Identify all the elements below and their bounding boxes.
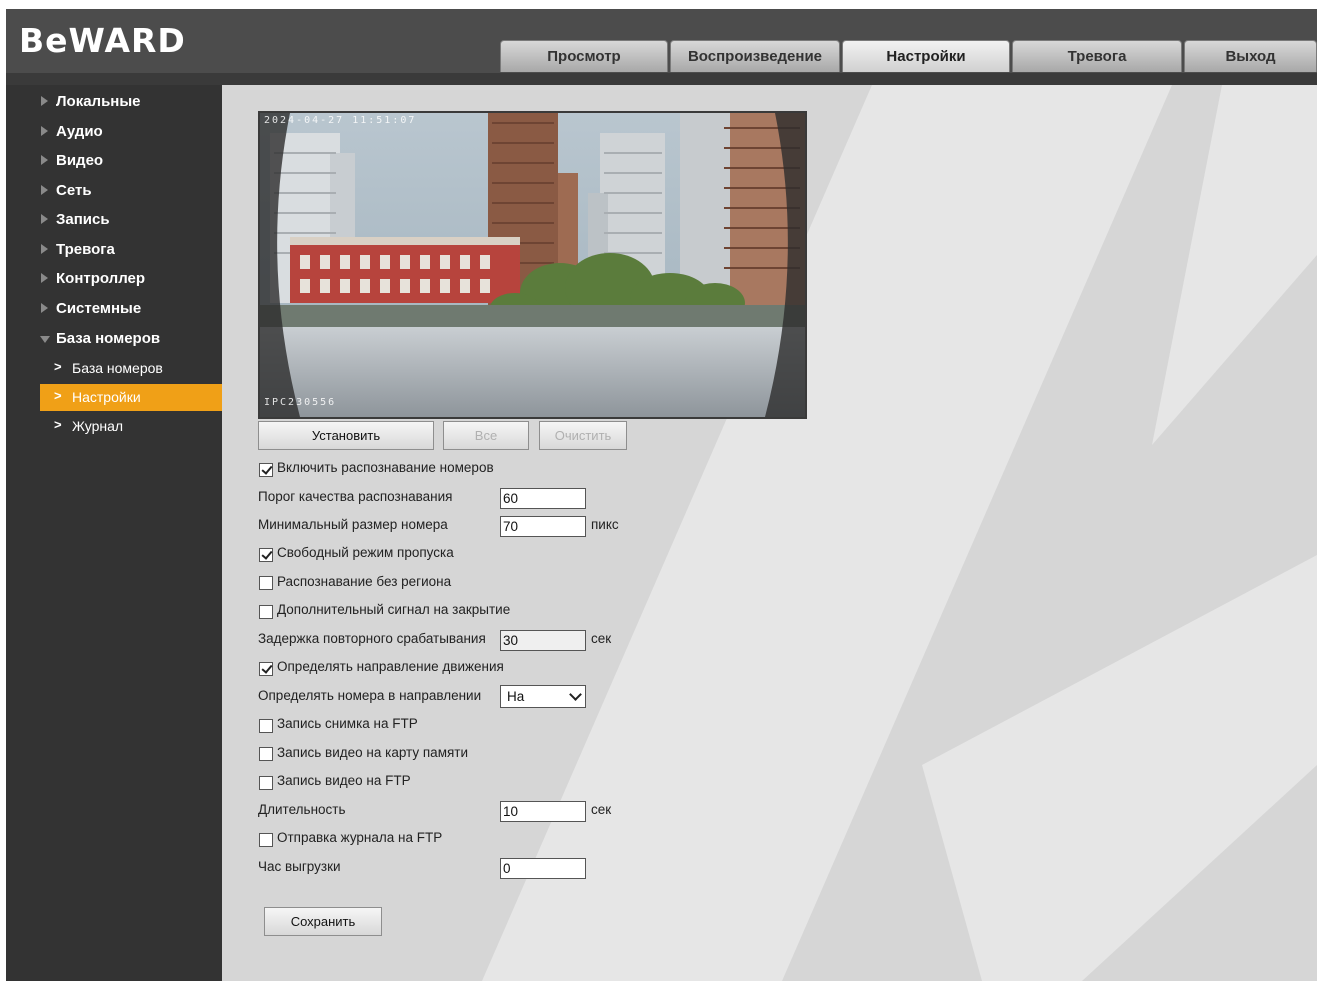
osd-timestamp: 2024-04-27 11:51:07 xyxy=(264,115,417,126)
subitem-label: Журнал xyxy=(72,418,124,434)
video-preview[interactable]: 2024-04-27 11:51:07 IPC230556 xyxy=(258,111,807,419)
sidebar-item-label: Запись xyxy=(56,211,110,228)
sidebar-item-audio[interactable]: Аудио xyxy=(6,119,222,147)
retrigger-delay-unit: сек xyxy=(591,631,612,646)
sidebar: Локальные Аудио Видео Сеть Запись Тревог… xyxy=(6,85,222,981)
sidebar-item-label: Тревога xyxy=(56,241,115,258)
chevron-down-icon xyxy=(569,688,582,701)
sidebar-item-plate-db[interactable]: База номеров xyxy=(6,326,222,354)
sidebar-item-video[interactable]: Видео xyxy=(6,148,222,176)
tab-view[interactable]: Просмотр xyxy=(500,40,668,72)
expand-arrow-icon xyxy=(41,96,48,106)
expand-arrow-icon xyxy=(41,214,48,224)
tab-logout[interactable]: Выход xyxy=(1184,40,1317,72)
sidebar-item-label: Локальные xyxy=(56,93,141,110)
tab-alarm[interactable]: Тревога xyxy=(1012,40,1182,72)
free-pass-label: Свободный режим пропуска xyxy=(277,545,454,560)
camera-image xyxy=(260,113,805,417)
set-button[interactable]: Установить xyxy=(258,421,434,450)
subitem-label: База номеров xyxy=(72,360,163,376)
subitem-plate-db[interactable]: > База номеров xyxy=(40,355,222,382)
duration-label: Длительность xyxy=(258,802,346,817)
expand-arrow-icon xyxy=(41,126,48,136)
subitem-settings[interactable]: > Настройки xyxy=(40,384,222,411)
direction-select-value: На xyxy=(507,689,525,704)
ftp-snapshot-checkbox[interactable] xyxy=(259,719,273,733)
sidebar-item-label: Аудио xyxy=(56,123,103,140)
subitem-label: Настройки xyxy=(72,389,141,405)
retrigger-delay-label: Задержка повторного срабатывания xyxy=(258,631,486,646)
direction-select[interactable]: На xyxy=(500,685,586,708)
collapse-arrow-icon xyxy=(40,336,50,343)
ftp-video-checkbox[interactable] xyxy=(259,776,273,790)
tab-playback[interactable]: Воспроизведение xyxy=(670,40,840,72)
beward-logo: BeWARD xyxy=(19,21,186,60)
save-button[interactable]: Сохранить xyxy=(264,907,382,936)
expand-arrow-icon xyxy=(41,244,48,254)
min-plate-size-unit: пикс xyxy=(591,517,619,532)
header-divider xyxy=(6,73,1317,85)
osd-camera-name: IPC230556 xyxy=(264,397,337,408)
direction-select-label: Определять номера в направлении xyxy=(258,688,482,703)
sd-video-label: Запись видео на карту памяти xyxy=(277,745,469,760)
upload-hour-label: Час выгрузки xyxy=(258,859,341,874)
duration-unit: сек xyxy=(591,802,612,817)
free-pass-checkbox[interactable] xyxy=(259,548,273,562)
chevron-right-icon: > xyxy=(54,388,62,403)
main-content: 2024-04-27 11:51:07 IPC230556 Установить… xyxy=(222,85,1317,981)
enable-recognition-checkbox[interactable] xyxy=(259,463,273,477)
sidebar-item-system[interactable]: Системные xyxy=(6,296,222,324)
extra-close-signal-label: Дополнительный сигнал на закрытие xyxy=(277,602,511,617)
ftp-journal-label: Отправка журнала на FTP xyxy=(277,830,443,845)
min-plate-size-label: Минимальный размер номера xyxy=(258,517,448,532)
sidebar-item-alarm[interactable]: Тревога xyxy=(6,237,222,265)
quality-threshold-field[interactable]: 60 xyxy=(500,488,586,509)
chevron-right-icon: > xyxy=(54,359,62,374)
sidebar-item-label: Сеть xyxy=(56,182,92,199)
subitem-journal[interactable]: > Журнал xyxy=(40,413,222,440)
all-button[interactable]: Все xyxy=(443,421,529,450)
no-region-checkbox[interactable] xyxy=(259,576,273,590)
sidebar-item-label: База номеров xyxy=(56,330,161,347)
ftp-journal-checkbox[interactable] xyxy=(259,833,273,847)
clear-button[interactable]: Очистить xyxy=(539,421,627,450)
sidebar-item-controller[interactable]: Контроллер xyxy=(6,266,222,294)
expand-arrow-icon xyxy=(41,273,48,283)
sidebar-item-record[interactable]: Запись xyxy=(6,207,222,235)
duration-field[interactable]: 10 xyxy=(500,801,586,822)
min-plate-size-field[interactable]: 70 xyxy=(500,516,586,537)
detect-direction-checkbox[interactable] xyxy=(259,662,273,676)
sidebar-item-label: Системные xyxy=(56,300,142,317)
retrigger-delay-field[interactable]: 30 xyxy=(500,630,586,651)
expand-arrow-icon xyxy=(41,155,48,165)
expand-arrow-icon xyxy=(41,185,48,195)
sidebar-item-label: Контроллер xyxy=(56,270,146,287)
detect-direction-label: Определять направление движения xyxy=(277,659,504,674)
ftp-video-label: Запись видео на FTP xyxy=(277,773,411,788)
sidebar-item-local[interactable]: Локальные xyxy=(6,89,222,117)
sidebar-item-label: Видео xyxy=(56,152,104,169)
upload-hour-field[interactable]: 0 xyxy=(500,858,586,879)
tab-settings[interactable]: Настройки xyxy=(842,40,1010,72)
chevron-right-icon: > xyxy=(54,417,62,432)
no-region-label: Распознавание без региона xyxy=(277,574,452,589)
expand-arrow-icon xyxy=(41,303,48,313)
quality-threshold-label: Порог качества распознавания xyxy=(258,489,453,504)
ftp-snapshot-label: Запись снимка на FTP xyxy=(277,716,418,731)
sd-video-checkbox[interactable] xyxy=(259,747,273,761)
extra-close-signal-checkbox[interactable] xyxy=(259,605,273,619)
enable-recognition-label: Включить распознавание номеров xyxy=(277,460,494,475)
sidebar-item-network[interactable]: Сеть xyxy=(6,178,222,206)
